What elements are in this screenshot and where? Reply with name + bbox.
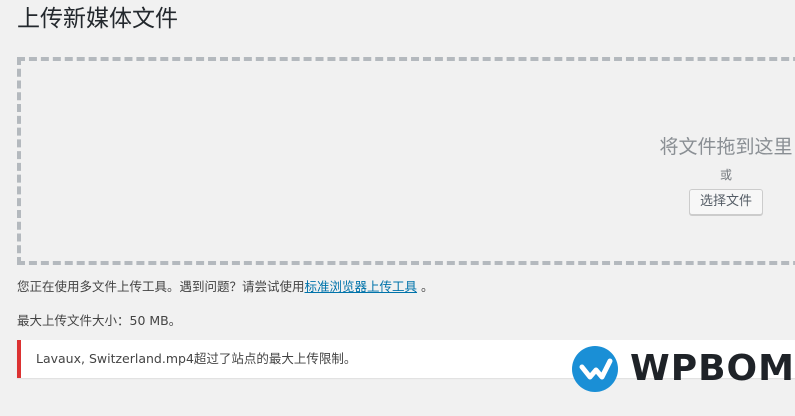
- uploader-info-prefix: 您正在使用多文件上传工具。遇到问题？请尝试使用: [17, 279, 305, 294]
- select-files-button[interactable]: 选择文件: [688, 189, 763, 215]
- uploader-info-suffix: 。: [417, 279, 434, 294]
- drag-drop-area[interactable]: 将文件拖到这里 或 选择文件: [17, 57, 795, 265]
- browser-uploader-link[interactable]: 标准浏览器上传工具: [305, 279, 418, 294]
- wpbom-logo-icon: [572, 346, 618, 392]
- uploader-info: 您正在使用多文件上传工具。遇到问题？请尝试使用标准浏览器上传工具 。: [17, 278, 434, 296]
- drop-instructions: 将文件拖到这里: [659, 136, 793, 158]
- drop-or-text: 或: [719, 168, 732, 182]
- upload-media-page: 上传新媒体文件 将文件拖到这里 或 选择文件 您正在使用多文件上传工具。遇到问题…: [0, 0, 795, 416]
- upload-error-message: Lavaux, Switzerland.mp4超过了站点的最大上传限制。: [36, 351, 357, 366]
- wpbom-wordmark: WPBOM: [630, 348, 795, 389]
- wpbom-watermark: WPBOM: [572, 345, 795, 393]
- drag-drop-inside: 将文件拖到这里 或 选择文件: [651, 133, 795, 215]
- page-title: 上传新媒体文件: [17, 6, 178, 32]
- max-upload-size: 最大上传文件大小：50 MB。: [17, 313, 182, 328]
